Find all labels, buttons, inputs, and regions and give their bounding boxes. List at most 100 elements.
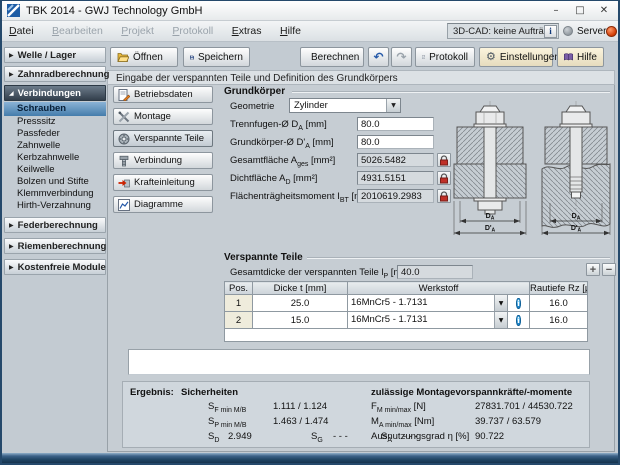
dicke-cell[interactable]: 25.0 [253,295,348,312]
sidebar-item-hirth-verzahnung[interactable]: Hirth-Verzahnung [4,200,106,212]
close-button[interactable]: ✕ [592,1,616,20]
werkstoff-cell[interactable]: 16MnCr5 - 1.7131 ▼ [348,295,508,312]
werkstoff-value: 16MnCr5 - 1.7131 [348,295,494,311]
settings-button[interactable]: ⚙ Einstellungen [479,47,553,67]
open-label: Öffnen [133,52,163,63]
gesamtflaeche-output: 5026.5482 [357,153,434,167]
sg-value: - - - [333,431,348,442]
rautiefe-cell[interactable]: 16.0 [530,295,588,312]
protocol-button[interactable]: Protokoll [415,47,475,67]
sidebar-section-riemenberechnung[interactable]: ▶ Riemenberechnung [4,238,106,254]
operating-data-icon [118,89,130,101]
gesamtdicke-label: Gesamtdicke der verspannten Teile lP [mm… [230,267,412,280]
werkstoff-info-cell[interactable]: i [508,312,530,329]
col-header-dicke: Dicke t [mm] [253,282,348,295]
grundkoerper-d-input[interactable]: 80.0 [357,135,434,149]
safety-heading: Sicherheiten [181,387,238,398]
help-button[interactable]: Hilfe [557,47,604,67]
sidebar-section-federberechnung[interactable]: ▶ Federberechnung [4,217,106,233]
tools-icon [118,111,130,123]
menu-hilfe[interactable]: Hilfe [273,21,308,37]
sidebar-item-bolzen-und-stifte[interactable]: Bolzen und Stifte [4,176,106,188]
menu-datei[interactable]: Datei [2,21,41,37]
nav-label: Diagramme [134,199,183,210]
trennfugen-input[interactable]: 80.0 [357,117,434,131]
werkstoff-cell[interactable]: 16MnCr5 - 1.7131 ▼ [348,312,508,329]
nav-verspannte-teile-button[interactable]: Verspannte Teile [113,130,213,147]
save-label: Speichern [198,52,243,63]
menu-extras[interactable]: Extras [225,21,269,37]
sidebar-section-kostenfreie-module[interactable]: ▶ Kostenfreie Module [4,259,106,275]
title-bar: TBK 2014 - GWJ Technology GmbH – □ ✕ [2,1,618,21]
chevron-down-icon[interactable]: ▼ [494,295,507,311]
remove-row-button[interactable]: − [602,263,616,276]
flaechentraegheitsmoment-label: Flächenträgheitsmoment IBT [mm⁴] [230,191,377,204]
undo-button[interactable]: ↶ [368,47,389,67]
geometrie-label: Geometrie [230,101,274,112]
calculate-label: Berechnen [311,52,359,63]
sidebar-item-kerbzahnwelle[interactable]: Kerbzahnwelle [4,152,106,164]
sidebar-section-welle-lager[interactable]: ▶ Welle / Lager [4,47,106,63]
info-icon[interactable]: i [516,298,520,309]
ma-value: 39.737 / 63.579 [475,416,541,427]
nav-label: Verbindung [134,155,182,166]
sidebar-item-schrauben[interactable]: Schrauben [4,102,106,116]
expanded-arrow-icon: ◢ [9,90,14,97]
dicke-cell[interactable]: 15.0 [253,312,348,329]
sidebar-section-zahnradberechnung[interactable]: ▶ Zahnradberechnung [4,66,106,82]
werkstoff-info-cell[interactable]: i [508,295,530,312]
nav-montage-button[interactable]: Montage [113,108,213,125]
save-button[interactable]: Speichern [183,47,250,67]
sidebar-item-presssitz[interactable]: Presssitz [4,116,106,128]
section-label: Riemenberechnung [18,241,107,252]
minimize-button[interactable]: – [544,1,568,20]
redo-icon: ↷ [396,51,406,63]
add-row-button[interactable]: + [586,263,600,276]
nav-diagramme-button[interactable]: Diagramme [113,196,213,213]
nav-krafteinleitung-button[interactable]: Krafteinleitung [113,174,213,191]
empty-cell [225,329,588,342]
section-label: Kostenfreie Module [18,262,106,273]
section-label: Welle / Lager [18,50,76,61]
sidebar-section-verbindungen[interactable]: ◢ Verbindungen [4,85,106,101]
gesamtdicke-output: 40.0 [397,265,473,279]
row-pos: 2 [225,312,253,329]
calculate-button[interactable]: Berechnen [300,47,364,67]
info-icon[interactable]: i [516,315,520,326]
table-row: 2 15.0 16MnCr5 - 1.7131 ▼ i 16.0 [225,312,588,329]
status-info-line: Eingabe der verspannten Teile und Defini… [107,70,615,85]
sf-label: SF min M/B [208,401,246,414]
dichtflaeche-output: 4931.5151 [357,171,434,185]
rautiefe-cell[interactable]: 16.0 [530,312,588,329]
clamped-parts-icon [118,133,130,145]
nav-verbindung-button[interactable]: Verbindung [113,152,213,169]
flaechentraegheitsmoment-output: 2010619.2983 [357,189,434,203]
werkstoff-value: 16MnCr5 - 1.7131 [348,312,494,328]
maximize-button[interactable]: □ [568,1,592,20]
chevron-down-icon[interactable]: ▼ [494,312,507,328]
sidebar-item-klemmverbindung[interactable]: Klemmverbindung [4,188,106,200]
nav-betriebsdaten-button[interactable]: Betriebsdaten [113,86,213,103]
tapped-thread-drawing: DA D'A [538,97,614,245]
open-button[interactable]: Öffnen [110,47,178,67]
sidebar-item-keilwelle[interactable]: Keilwelle [4,164,106,176]
verspannte-teile-divider [307,257,610,259]
table-header-row: Pos. Dicke t [mm] Werkstoff Rautiefe Rz … [225,282,588,295]
cad-info-button[interactable]: i [544,25,557,38]
server-status-led [606,26,617,37]
table-row: 1 25.0 16MnCr5 - 1.7131 ▼ i 16.0 [225,295,588,312]
table-empty-row [225,329,588,342]
menu-bearbeiten: Bearbeiten [45,21,110,37]
collapsed-arrow-icon: ▶ [9,243,14,250]
collapsed-arrow-icon: ▶ [9,264,14,271]
results-label: Ergebnis: [130,387,174,398]
ma-label: MA min/max [Nm] [371,416,434,429]
geometrie-select[interactable]: Zylinder ▼ [289,98,401,113]
chevron-down-icon[interactable]: ▼ [386,99,400,112]
open-folder-icon [117,52,129,63]
geometrie-value: Zylinder [290,99,386,112]
fm-value: 27831.701 / 44530.722 [475,401,573,412]
sidebar-item-passfeder[interactable]: Passfeder [4,128,106,140]
document-icon [422,51,425,63]
sidebar-item-zahnwelle[interactable]: Zahnwelle [4,140,106,152]
